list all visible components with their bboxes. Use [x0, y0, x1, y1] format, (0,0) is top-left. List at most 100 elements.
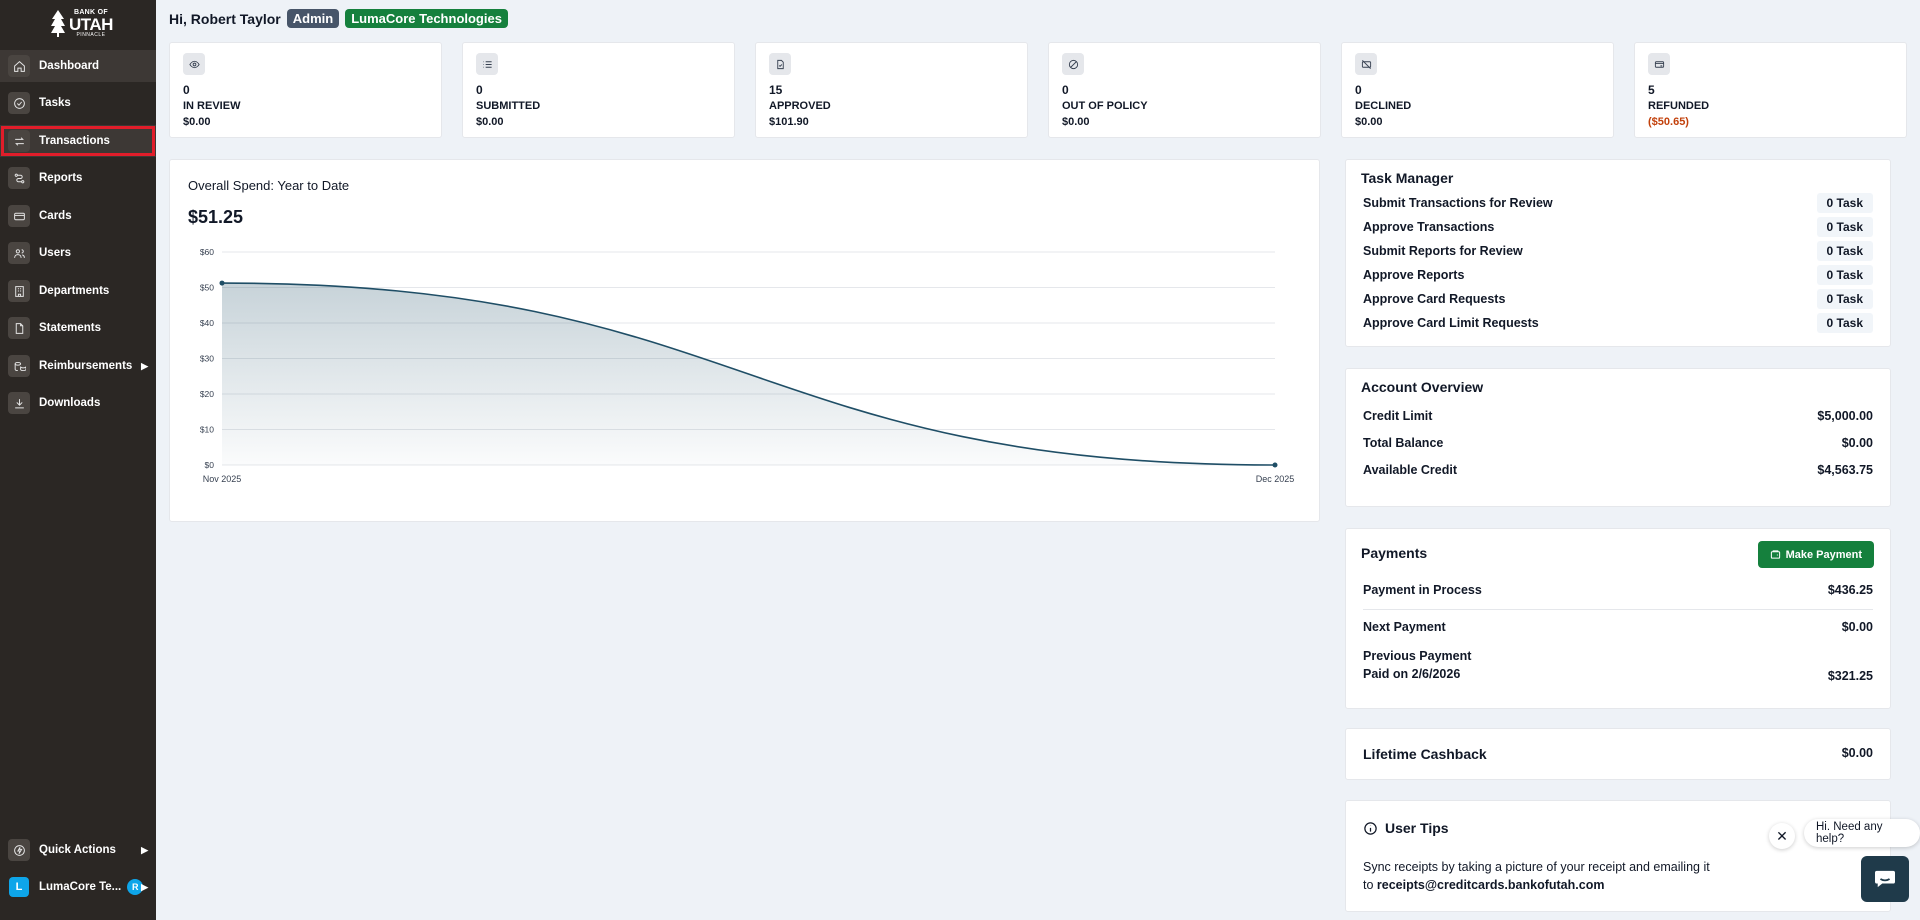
- sidebar-item-users[interactable]: Users: [0, 237, 156, 269]
- route-icon: [8, 167, 30, 189]
- credit-limit-row: Credit Limit $5,000.00: [1363, 409, 1873, 423]
- stat-count: 0: [1355, 83, 1362, 97]
- task-count: 0 Task: [1816, 217, 1873, 237]
- receipts-email-link[interactable]: receipts@creditcards.bankofutah.com: [1377, 878, 1605, 892]
- wallet-icon: [1770, 550, 1780, 559]
- stat-label: DECLINED: [1355, 100, 1412, 112]
- task-label: Submit Transactions for Review: [1363, 196, 1553, 210]
- task-row[interactable]: Approve Reports 0 Task: [1363, 265, 1873, 285]
- user-tips-panel: User Tips Sync receipts by taking a pict…: [1345, 800, 1891, 912]
- tips-to: to: [1363, 878, 1377, 892]
- cashback-value: $0.00: [1841, 746, 1873, 760]
- download-icon: [8, 392, 30, 414]
- stat-card-in-review[interactable]: 0 IN REVIEW $0.00: [169, 42, 442, 138]
- stat-card-declined[interactable]: 0 DECLINED $0.00: [1341, 42, 1614, 138]
- check-circle-icon: [8, 92, 30, 114]
- chat-prompt-bubble[interactable]: Hi. Need any help?: [1804, 819, 1920, 847]
- y-tick-label: $40: [200, 318, 214, 328]
- stat-card-submitted[interactable]: 0 SUBMITTED $0.00: [462, 42, 735, 138]
- kv-label: Payment in Process: [1363, 583, 1482, 597]
- task-row[interactable]: Approve Card Limit Requests 0 Task: [1363, 313, 1873, 333]
- task-label: Approve Card Requests: [1363, 292, 1506, 306]
- task-row[interactable]: Submit Transactions for Review 0 Task: [1363, 193, 1873, 213]
- card-refund-icon: [1648, 53, 1670, 75]
- stat-count: 0: [183, 83, 190, 97]
- task-row[interactable]: Approve Card Requests 0 Task: [1363, 289, 1873, 309]
- file-icon: [8, 317, 30, 339]
- kv-label: Previous Payment: [1363, 649, 1472, 663]
- make-payment-label: Make Payment: [1785, 548, 1862, 561]
- sidebar-item-label: Reports: [39, 172, 83, 184]
- kv-value: $0.00: [1841, 436, 1873, 450]
- y-tick-label: $30: [200, 354, 214, 364]
- caret-right-icon: ▶: [141, 360, 148, 371]
- home-icon: [8, 55, 30, 77]
- users-icon: [8, 242, 30, 264]
- chat-close-button[interactable]: ✕: [1769, 823, 1795, 849]
- make-payment-button[interactable]: Make Payment: [1757, 541, 1874, 568]
- kv-label: Total Balance: [1363, 436, 1444, 450]
- bank-logo[interactable]: BANK OF UTAH PINNACLE: [50, 6, 114, 40]
- sidebar-item-statements[interactable]: Statements: [0, 312, 156, 344]
- stat-card-out-of-policy[interactable]: 0 OUT OF POLICY $0.00: [1048, 42, 1321, 138]
- quick-actions-label: Quick Actions: [39, 844, 116, 856]
- sidebar-item-downloads[interactable]: Downloads: [0, 387, 156, 419]
- role-badge: Admin: [286, 9, 340, 28]
- cashback-panel: Lifetime Cashback $0.00: [1345, 728, 1891, 780]
- org-name: LumaCore Te...: [39, 881, 122, 893]
- sidebar-item-transactions[interactable]: Transactions: [0, 125, 156, 157]
- org-switcher[interactable]: L LumaCore Te... R ▶: [0, 871, 156, 903]
- task-count: 0 Task: [1816, 241, 1873, 261]
- stat-label: IN REVIEW: [183, 100, 241, 112]
- spend-area-chart: $0 $10 $20 $30 $40 $50 $60 Nov 2025 Dec 2025: [200, 247, 1295, 484]
- spend-chart-card: Overall Spend: Year to Date $51.25 $0 $10…: [169, 159, 1320, 522]
- user-tips-text: Sync receipts by taking a picture of you…: [1363, 858, 1710, 894]
- sidebar-item-quick-actions[interactable]: Quick Actions ▶: [0, 834, 156, 866]
- task-label: Submit Reports for Review: [1363, 244, 1523, 258]
- y-tick-label: $10: [200, 425, 214, 435]
- sidebar-item-tasks[interactable]: Tasks: [0, 87, 156, 119]
- stat-card-approved[interactable]: 15 APPROVED $101.90: [755, 42, 1028, 138]
- task-label: Approve Transactions: [1363, 220, 1495, 234]
- kv-value: $4,563.75: [1817, 463, 1873, 477]
- greeting-text: Hi, Robert Taylor: [169, 10, 281, 27]
- sidebar: BANK OF UTAH PINNACLE Dashboard Tasks Tr…: [0, 0, 156, 920]
- sidebar-item-label: Statements: [39, 322, 101, 334]
- divider: [1363, 609, 1873, 610]
- x-tick-label: Dec 2025: [1256, 474, 1295, 484]
- stat-card-refunded[interactable]: 5 REFUNDED ($50.65): [1634, 42, 1907, 138]
- stat-amount: ($50.65): [1648, 116, 1689, 128]
- task-manager-panel: Task Manager Submit Transactions for Rev…: [1345, 159, 1891, 347]
- chat-launcher-button[interactable]: [1861, 856, 1909, 902]
- sidebar-item-departments[interactable]: Departments: [0, 275, 156, 307]
- eye-icon: [183, 53, 205, 75]
- stat-label: SUBMITTED: [476, 100, 541, 112]
- kv-value: $321.25: [1827, 669, 1873, 683]
- previous-payment-row: Previous Payment Paid on 2/6/2026 $321.25: [1363, 647, 1873, 683]
- next-payment-row: Next Payment $0.00: [1363, 620, 1873, 634]
- stat-label: REFUNDED: [1648, 100, 1710, 112]
- payments-title: Payments: [1361, 545, 1428, 561]
- sidebar-item-label: Transactions: [39, 135, 110, 147]
- sidebar-item-label: Reimbursements: [39, 360, 133, 372]
- data-point: [219, 280, 225, 286]
- sidebar-item-dashboard[interactable]: Dashboard: [0, 50, 156, 82]
- sidebar-item-cards[interactable]: Cards: [0, 200, 156, 232]
- y-tick-label: $50: [200, 283, 214, 293]
- total-balance-row: Total Balance $0.00: [1363, 436, 1873, 450]
- stat-count: 0: [1062, 83, 1069, 97]
- kv-value: $436.25: [1827, 583, 1873, 597]
- sidebar-item-reports[interactable]: Reports: [0, 162, 156, 194]
- stat-amount: $101.90: [769, 116, 809, 128]
- task-count: 0 Task: [1816, 193, 1873, 213]
- task-row[interactable]: Submit Reports for Review 0 Task: [1363, 241, 1873, 261]
- stat-label: APPROVED: [769, 100, 831, 112]
- kv-value: $5,000.00: [1817, 409, 1873, 423]
- sidebar-item-reimbursements[interactable]: Reimbursements ▶: [0, 350, 156, 382]
- task-row[interactable]: Approve Transactions 0 Task: [1363, 217, 1873, 237]
- task-count: 0 Task: [1816, 289, 1873, 309]
- task-count: 0 Task: [1816, 265, 1873, 285]
- info-icon: [1364, 821, 1377, 835]
- credit-card-icon: [8, 205, 30, 227]
- account-overview-title: Account Overview: [1361, 379, 1484, 395]
